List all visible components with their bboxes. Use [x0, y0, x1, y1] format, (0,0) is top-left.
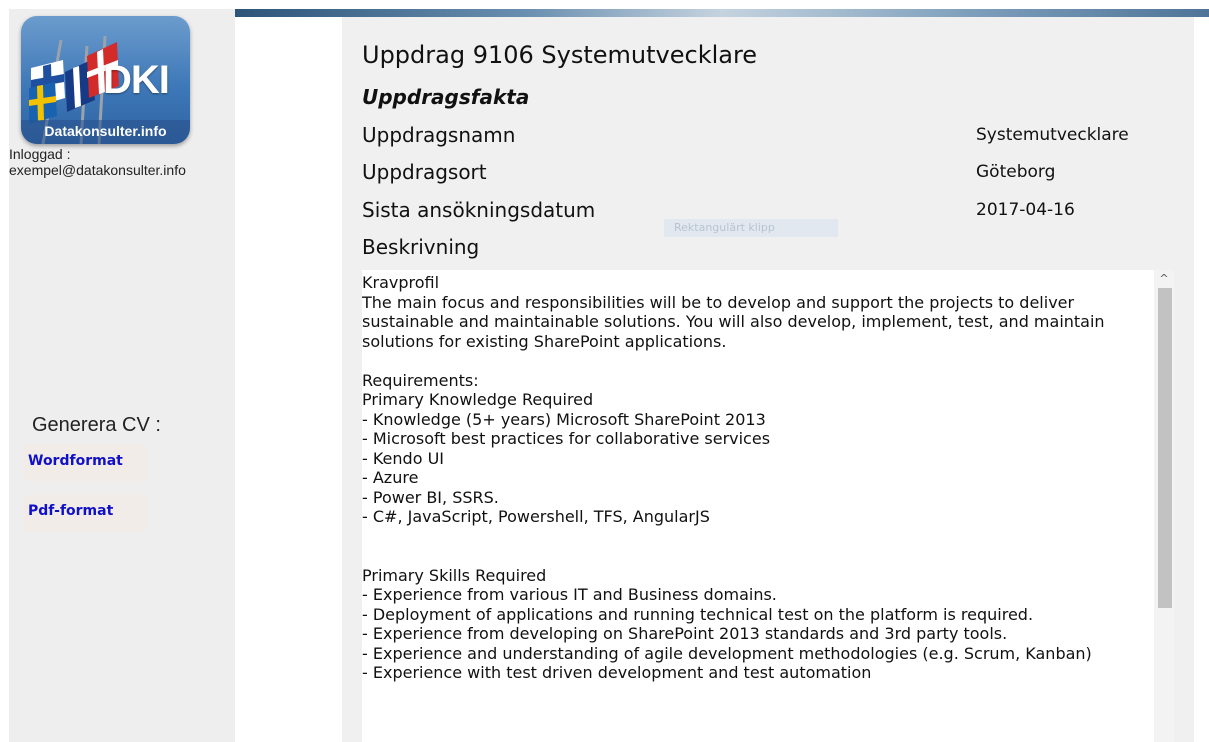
description-textarea[interactable]: Kravprofil The main focus and responsibi… [362, 270, 1174, 742]
pdf-format-button[interactable]: Pdf-format [23, 495, 147, 531]
fact-value-deadline: 2017-04-16 [976, 200, 1075, 220]
section-heading: Uppdragsfakta [362, 85, 530, 109]
login-status: Inloggad : exempel@datakonsulter.info [9, 146, 186, 178]
sidebar: DKI Datakonsulter.info Inloggad : exempe… [9, 9, 235, 742]
dki-logo[interactable]: DKI Datakonsulter.info [21, 16, 190, 144]
description-scrollbar[interactable]: ^ [1154, 270, 1174, 742]
logo-title: DKI [103, 58, 170, 102]
scrollbar-thumb[interactable] [1158, 288, 1172, 608]
fact-label-deadline: Sista ansökningsdatum [362, 198, 596, 222]
login-email: exempel@datakonsulter.info [9, 162, 186, 178]
description-text: Kravprofil The main focus and responsibi… [362, 273, 1105, 682]
fact-value-name: Systemutvecklare [976, 125, 1129, 145]
fact-label-name: Uppdragsnamn [362, 123, 516, 147]
snip-overlay-tooltip: Rektangulärt klipp [664, 219, 838, 237]
scroll-up-arrow-icon[interactable]: ^ [1154, 272, 1174, 286]
assignment-panel: Uppdrag 9106 Systemutvecklare Uppdragsfa… [342, 17, 1194, 742]
word-format-button[interactable]: Wordformat [23, 445, 147, 481]
page-title: Uppdrag 9106 Systemutvecklare [362, 41, 758, 69]
header-banner [235, 9, 1209, 17]
logo-caption: Datakonsulter.info [21, 120, 190, 144]
generate-cv-label: Generera CV : [32, 414, 161, 436]
fact-label-location: Uppdragsort [362, 160, 487, 184]
description-label: Beskrivning [362, 235, 480, 259]
login-label: Inloggad : [9, 146, 71, 162]
fact-value-location: Göteborg [976, 162, 1056, 182]
